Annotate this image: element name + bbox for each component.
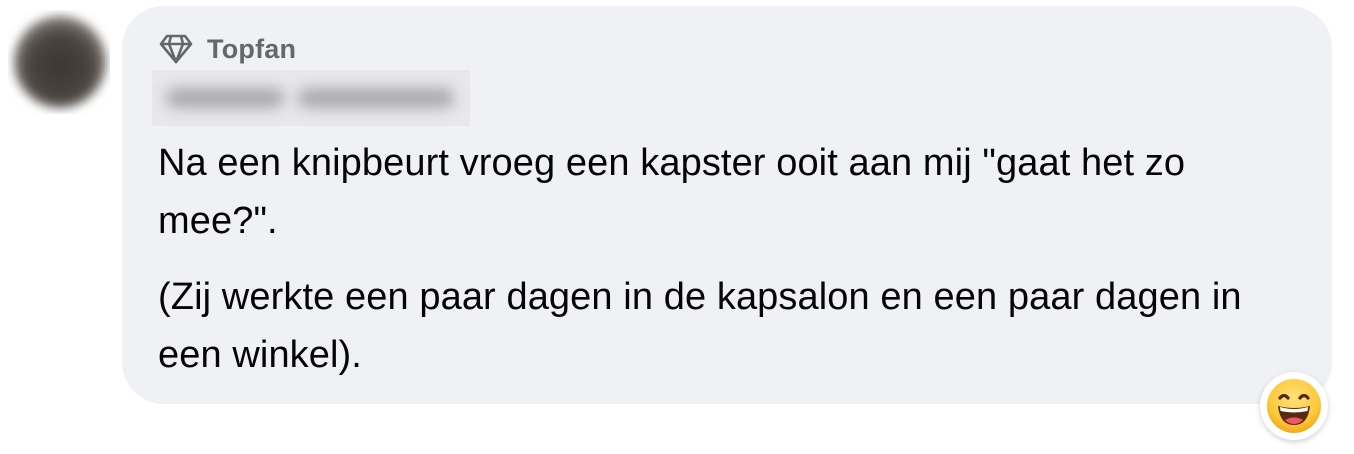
comment-body: Na een knipbeurt vroeg een kapster ooit … — [158, 134, 1298, 384]
comment-paragraph: Na een knipbeurt vroeg een kapster ooit … — [158, 142, 1186, 242]
comment-bubble: Topfan Na een knipbeurt vroeg een kapste… — [122, 6, 1332, 404]
redacted-first-name — [166, 88, 284, 108]
topfan-badge[interactable]: Topfan — [158, 31, 296, 67]
badge-label: Topfan — [207, 33, 297, 64]
author-name-redacted[interactable] — [152, 70, 470, 126]
diamond-icon — [159, 34, 193, 64]
haha-emoji-icon — [1267, 379, 1321, 433]
avatar-image-blurred — [14, 16, 106, 108]
comment-paragraph: (Zij werkte een paar dagen in de kapsalo… — [158, 276, 1242, 376]
redacted-last-name — [298, 88, 454, 108]
comment-thread: Topfan Na een knipbeurt vroeg een kapste… — [0, 0, 1354, 454]
avatar[interactable] — [8, 10, 110, 114]
reaction-badge[interactable] — [1260, 372, 1328, 440]
